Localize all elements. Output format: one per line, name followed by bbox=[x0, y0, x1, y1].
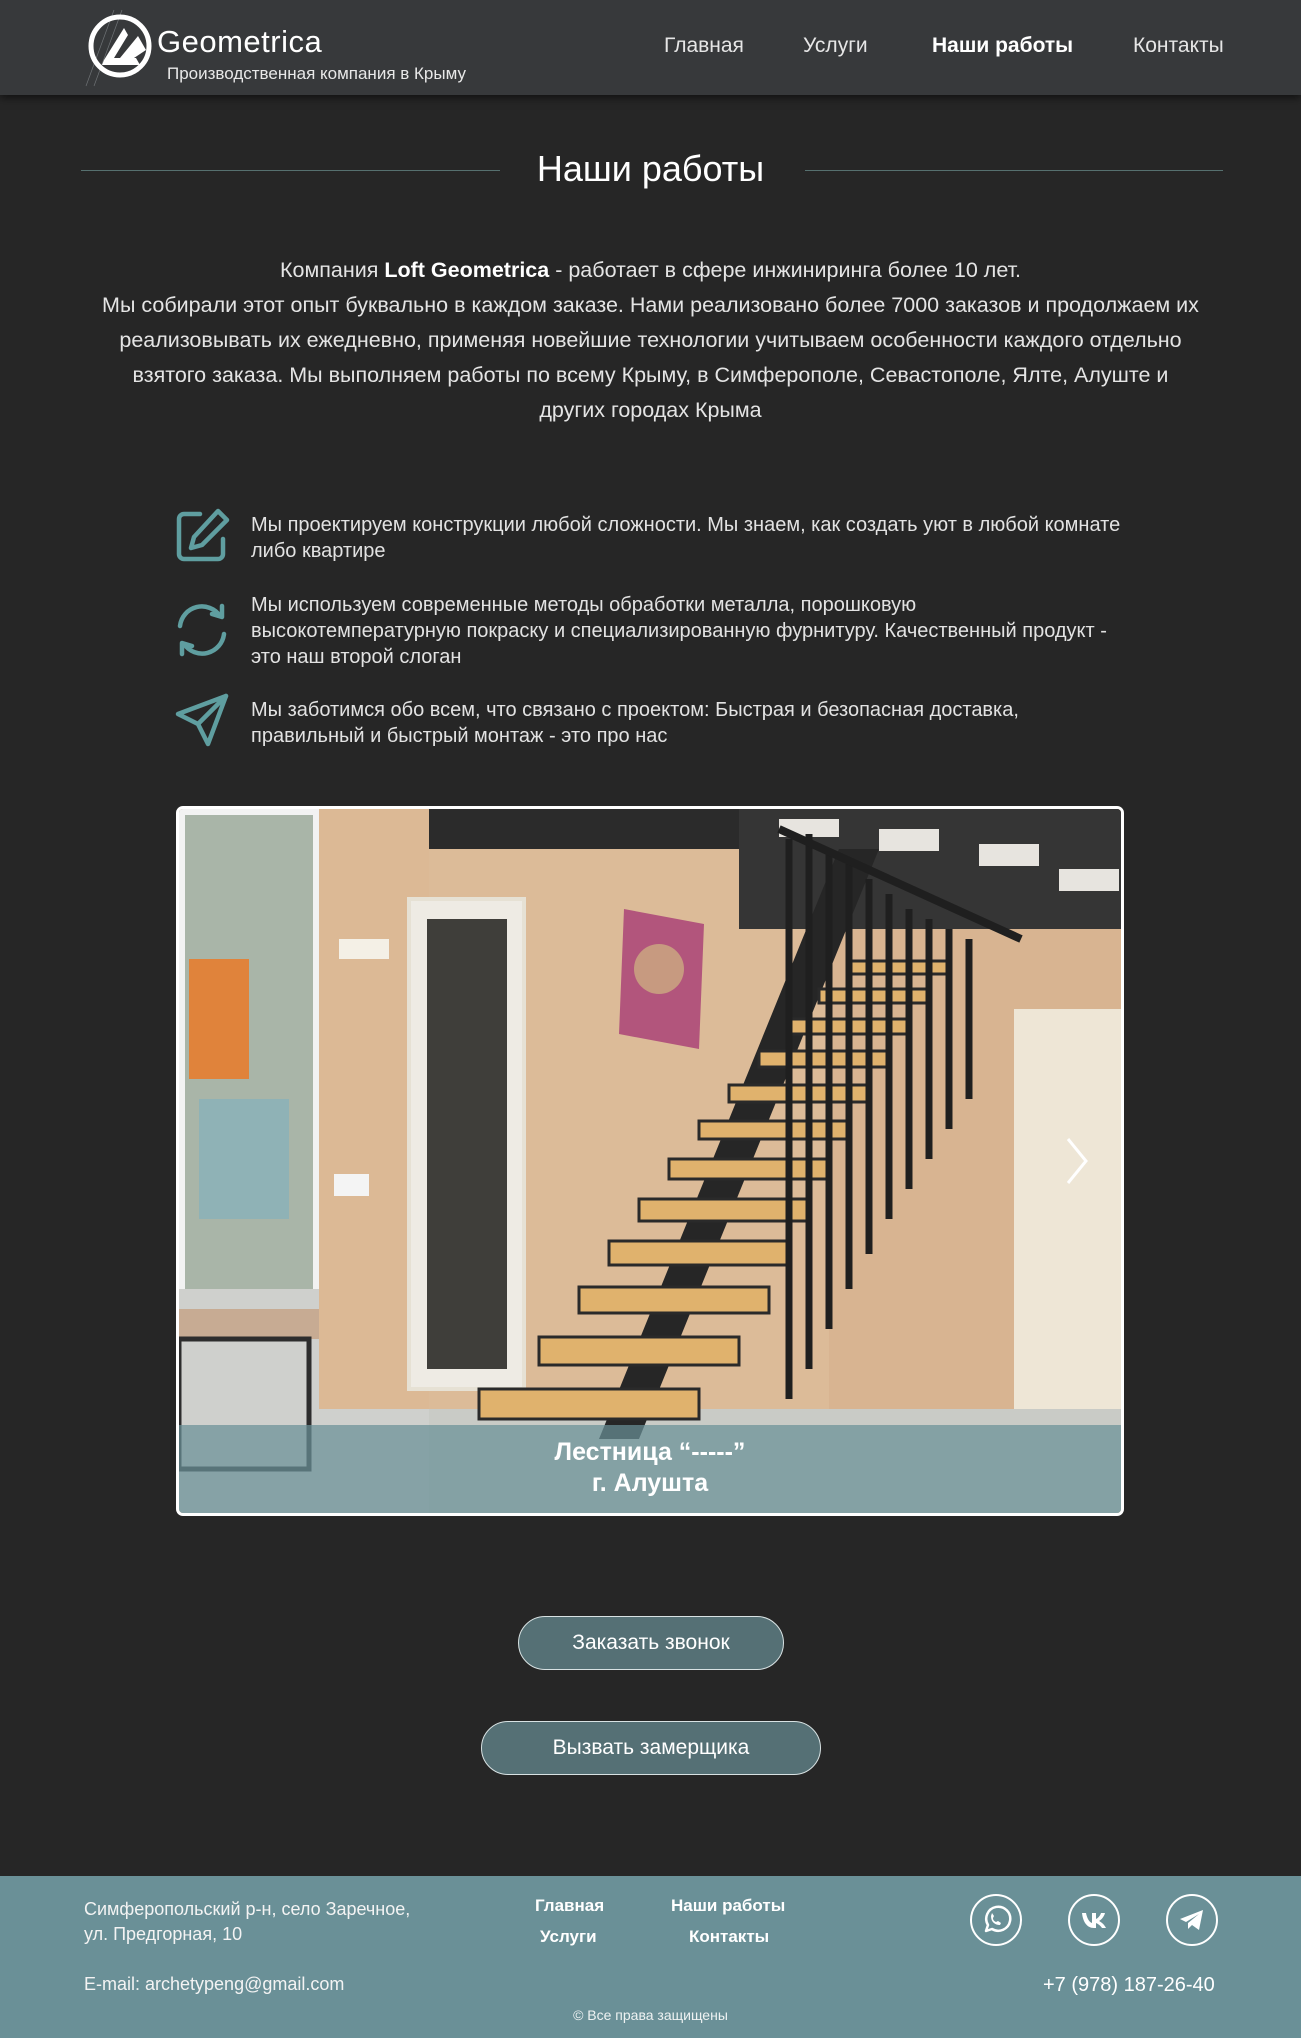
intro-body: Мы собирали этот опыт буквально в каждом… bbox=[102, 293, 1199, 422]
send-icon bbox=[175, 693, 229, 747]
telegram-icon bbox=[1180, 1910, 1203, 1930]
footer-link-home[interactable]: Главная bbox=[535, 1896, 604, 1916]
footer-address: Симферопольский р-н, село Заречное, ул. … bbox=[84, 1897, 410, 1947]
title-divider-right bbox=[805, 170, 1223, 171]
whatsapp-button[interactable] bbox=[970, 1894, 1022, 1946]
brand-name: Geometrica bbox=[157, 24, 323, 59]
site-footer: Симферопольский р-н, село Заречное, ул. … bbox=[0, 1876, 1301, 2038]
nav-our-works[interactable]: Наши работы bbox=[932, 34, 1073, 58]
chevron-right-icon[interactable] bbox=[1062, 1135, 1092, 1187]
caption-city: г. Алушта bbox=[591, 1469, 709, 1497]
company-name: Loft Geometrica bbox=[384, 258, 550, 282]
call-measurer-button[interactable]: Вызвать замерщика bbox=[481, 1721, 821, 1775]
footer-phone[interactable]: +7 (978) 187-26-40 bbox=[1043, 1974, 1215, 1997]
feature-delivery: Мы заботимся обо всем, что связано с про… bbox=[251, 699, 1019, 747]
telegram-button[interactable] bbox=[1166, 1894, 1218, 1946]
nav-contacts[interactable]: Контакты bbox=[1133, 34, 1224, 58]
footer-link-works[interactable]: Наши работы bbox=[671, 1896, 785, 1916]
feature-design: Мы проектируем конструкции любой сложнос… bbox=[251, 514, 1121, 562]
works-slider[interactable]: Лестница “-----” г. Алушта bbox=[176, 806, 1124, 1516]
intro-prefix: Компания bbox=[279, 258, 385, 282]
site-header: Geometrica Производственная компания в К… bbox=[0, 0, 1301, 95]
address-line2: ул. Предгорная, 10 bbox=[84, 1924, 243, 1944]
slider-caption: Лестница “-----” г. Алушта bbox=[179, 1425, 1121, 1513]
staircase-photo bbox=[179, 809, 1121, 1513]
footer-email[interactable]: E-mail: archetypeng@gmail.com bbox=[84, 1974, 344, 1995]
brand-tagline: Производственная компания в Крыму bbox=[167, 64, 466, 83]
footer-link-contacts[interactable]: Контакты bbox=[689, 1927, 769, 1947]
vk-button[interactable] bbox=[1068, 1894, 1120, 1946]
copyright: © Все права защищены bbox=[573, 2007, 728, 2023]
address-line1: Симферопольский р-н, село Заречное, bbox=[84, 1899, 411, 1919]
vk-icon bbox=[1082, 1913, 1106, 1928]
whatsapp-icon bbox=[984, 1905, 1012, 1933]
nav-home[interactable]: Главная bbox=[664, 34, 744, 58]
logo-icon[interactable] bbox=[84, 8, 164, 88]
nav-services[interactable]: Услуги bbox=[803, 34, 868, 58]
intro-suffix: - работает в сфере инжиниринга более 10 … bbox=[549, 258, 1022, 282]
caption-title: Лестница “-----” bbox=[554, 1438, 746, 1466]
intro-text: Компания Loft Geometrica - работает в сф… bbox=[100, 253, 1201, 428]
feature-technology: Мы используем современные методы обработ… bbox=[251, 594, 1107, 668]
edit-icon bbox=[176, 508, 230, 562]
order-call-button[interactable]: Заказать звонок bbox=[518, 1616, 784, 1670]
page-title: Наши работы bbox=[536, 148, 765, 189]
footer-link-services[interactable]: Услуги bbox=[540, 1927, 597, 1947]
refresh-icon bbox=[177, 603, 227, 657]
